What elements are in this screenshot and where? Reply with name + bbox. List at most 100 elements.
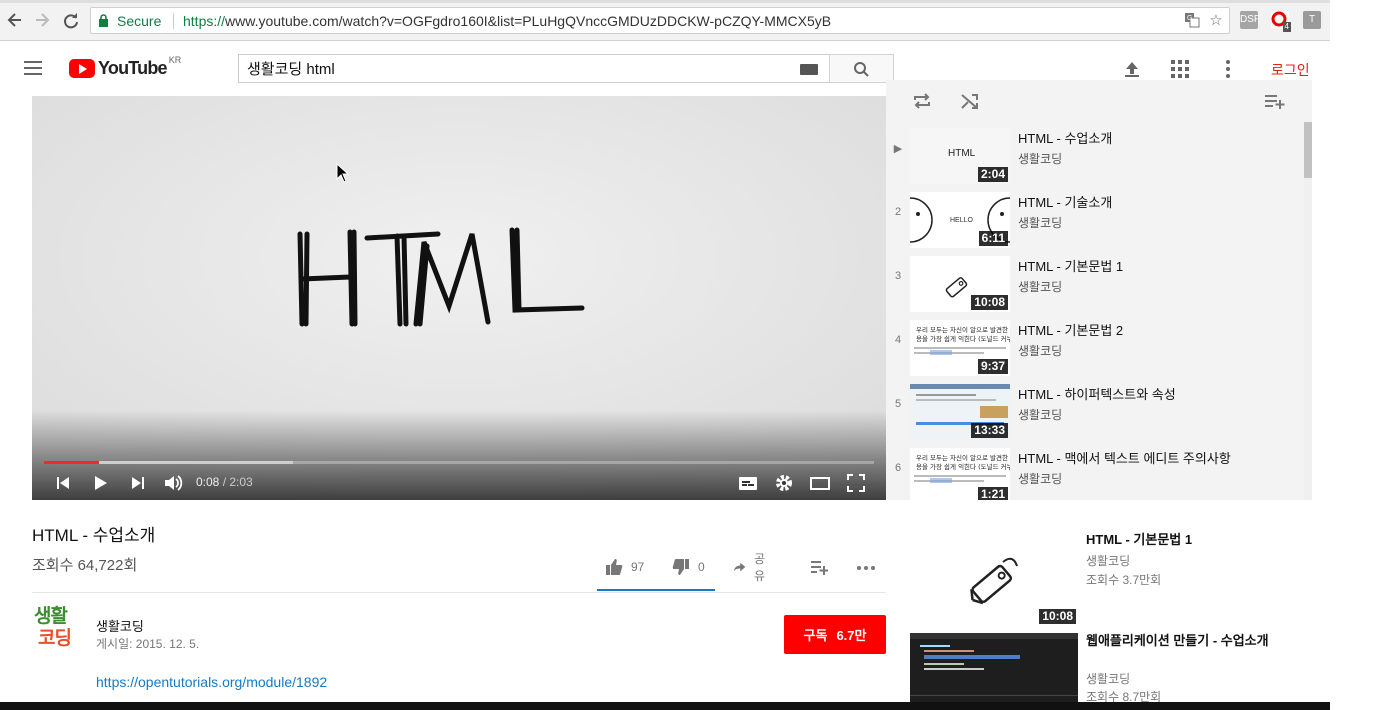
url-text[interactable]: https://www.youtube.com/watch?v=OGFgdro1… <box>183 13 831 29</box>
captions-icon[interactable] <box>737 472 759 494</box>
playlist-item-channel: 생활코딩 <box>1018 152 1063 166</box>
add-to-playlist-icon[interactable] <box>1264 92 1286 115</box>
like-button[interactable]: 97 <box>605 552 644 582</box>
playlist-item-index: ▶ <box>893 143 903 155</box>
forward-arrow-icon[interactable] <box>32 10 52 30</box>
related-title[interactable]: 웹애플리케이션 만들기 - 수업소개 <box>1086 633 1296 649</box>
thumb-html-text: HTML <box>948 148 976 159</box>
lock-icon <box>99 14 108 27</box>
total-time: 2:03 <box>229 475 253 489</box>
ext-dsf-icon[interactable]: DSF <box>1240 11 1260 29</box>
back-arrow-icon[interactable] <box>5 10 25 30</box>
playlist-item-title[interactable]: HTML - 기본문법 2 <box>1018 320 1123 339</box>
add-to-button[interactable] <box>810 552 836 582</box>
search-box <box>238 54 830 83</box>
search-button[interactable] <box>829 54 894 83</box>
related-views: 조회수 3.7만회 <box>1086 573 1162 587</box>
upload-icon[interactable] <box>1122 59 1142 79</box>
translate-icon[interactable]: G <box>1183 12 1201 30</box>
related-video-item[interactable]: 웹애플리케이션 만들기 - 수업소개 생활코딩 조회수 8.7만회 <box>910 633 1310 710</box>
playlist-thumbnail[interactable]: HELLO 6:11 <box>910 192 1010 248</box>
logo-text: YouTube <box>98 57 168 78</box>
address-bar[interactable]: Secure https://www.youtube.com/watch?v=O… <box>90 7 1230 34</box>
channel-avatar[interactable]: 생활 코딩 <box>34 606 78 654</box>
url-path: www.youtube.com/watch?v=OGFgdro160I&list… <box>225 13 832 29</box>
playlist-item-index: 4 <box>894 334 902 346</box>
playlist-item-index: 2 <box>894 206 902 218</box>
playlist-item-channel: 생활코딩 <box>1018 472 1063 486</box>
editor-thumbnail-icon <box>910 633 1078 710</box>
svg-text:G: G <box>1187 15 1192 22</box>
playlist-item[interactable]: ▶ HTML 2:04 HTML - 수업소개생활코딩 <box>886 122 1304 186</box>
related-thumbnail[interactable] <box>910 633 1078 710</box>
more-actions-button[interactable] <box>855 552 877 582</box>
previous-icon[interactable] <box>52 472 74 494</box>
login-button[interactable]: 로그인 <box>1271 60 1310 80</box>
next-icon[interactable] <box>127 472 149 494</box>
keyboard-icon[interactable] <box>800 64 818 75</box>
dislike-button[interactable]: 0 <box>672 552 705 582</box>
share-button[interactable]: 공유 <box>733 552 770 583</box>
channel-name[interactable]: 생활코딩 <box>96 616 144 635</box>
playlist-item-title[interactable]: HTML - 맥에서 텍스트 에디트 주의사항 <box>1018 448 1231 467</box>
playlist-item-index: 3 <box>894 270 902 282</box>
reload-icon[interactable] <box>61 10 81 30</box>
search-input[interactable] <box>247 60 787 77</box>
share-arrow-icon <box>733 562 746 572</box>
playlist-item-title[interactable]: HTML - 기본문법 1 <box>1018 256 1123 275</box>
volume-icon[interactable] <box>162 472 184 494</box>
playlist-thumbnail[interactable]: 10:08 <box>910 256 1010 312</box>
playlist-thumbnail[interactable]: HTML 2:04 <box>910 128 1010 184</box>
mouse-cursor-icon <box>336 162 350 188</box>
thumb-faces-text: HELLO <box>950 217 974 224</box>
related-title[interactable]: HTML - 기본문법 1 <box>1086 532 1296 548</box>
settings-gear-icon[interactable] <box>773 472 795 494</box>
ext-badge-count: 4 <box>1282 22 1291 32</box>
related-thumbnail[interactable]: 10:08 <box>910 532 1078 626</box>
playlist-item-title[interactable]: HTML - 기술소개 <box>1018 192 1112 211</box>
apps-icon[interactable] <box>1170 59 1190 79</box>
playlist-thumbnail[interactable]: 13:33 <box>910 384 1010 440</box>
playlist-item-channel: 생활코딩 <box>1018 280 1063 294</box>
sentiment-bar <box>597 589 715 591</box>
youtube-logo[interactable]: YouTube KR <box>69 55 181 79</box>
playlist-scrollbar[interactable] <box>1304 122 1312 500</box>
time-separator: / <box>219 475 230 489</box>
playlist-duration: 10:08 <box>971 295 1008 310</box>
repeat-icon[interactable] <box>912 92 932 115</box>
thumb-text-line: 용을 가장 쉽게 익힌다 (도널드 커누스) <box>916 334 1010 343</box>
theater-mode-icon[interactable] <box>809 472 831 494</box>
menu-icon[interactable] <box>24 61 42 75</box>
playlist-duration: 9:37 <box>977 359 1008 374</box>
playlist-item[interactable]: 6 우리 모두는 자신이 알으로 발견한 내 용을 가장 쉽게 익힌다 (도널드 커… <box>886 442 1304 500</box>
playlist-thumbnail[interactable]: 우리 모두는 자신이 알으로 발견한 내 용을 가장 쉽게 익힌다 (도널드 커누… <box>910 448 1010 500</box>
star-icon[interactable]: ☆ <box>1207 12 1225 30</box>
fullscreen-icon[interactable] <box>845 472 867 494</box>
subscribe-button[interactable]: 구독 6.7만 <box>784 615 886 654</box>
playlist-item[interactable]: 2 HELLO 6:11 HTML - 기술소개 생활코딩 <box>886 186 1304 250</box>
related-channel: 생활코딩 <box>1086 554 1131 568</box>
playlist-thumbnail[interactable]: 우리 모두는 자신이 알으로 발견한 내 용을 가장 쉽게 익힌다 (도널드 커누… <box>910 320 1010 376</box>
playlist-item[interactable]: 4 우리 모두는 자신이 알으로 발견한 내 용을 가장 쉽게 익힌다 (도널드 커… <box>886 314 1304 378</box>
related-video-item[interactable]: 10:08 HTML - 기본문법 1 생활코딩 조회수 3.7만회 <box>910 532 1310 626</box>
play-icon[interactable] <box>89 472 111 494</box>
more-vert-icon[interactable] <box>1218 59 1238 79</box>
playlist-item[interactable]: 5 13:33 HTML - 하이퍼텍스트와 속성 생활코딩 <box>886 378 1304 442</box>
playlist-item-title[interactable]: HTML - 하이퍼텍스트와 속성 <box>1018 384 1176 403</box>
info-divider <box>32 592 886 593</box>
description-link[interactable]: https://opentutorials.org/module/1892 <box>96 674 327 690</box>
publish-date: 게시일: 2015. 12. 5. <box>96 637 200 651</box>
playlist-actions <box>886 80 1312 122</box>
playlist-item-title[interactable]: HTML - 수업소개 <box>1018 128 1112 147</box>
tab-strip <box>0 0 1330 3</box>
playlist-item-index: 6 <box>894 462 902 474</box>
shuffle-icon[interactable] <box>960 92 980 115</box>
video-player[interactable]: 0:08 / 2:03 <box>32 96 886 500</box>
playlist-item[interactable]: 3 10:08 HTML - 기본문법 1 생활코딩 <box>886 250 1304 314</box>
ext-t-icon[interactable]: T <box>1303 11 1321 29</box>
ext-opera-icon[interactable]: 4 <box>1271 11 1291 32</box>
scrollbar-thumb[interactable] <box>1304 122 1312 178</box>
video-title: HTML - 수업소개 <box>32 526 156 545</box>
progress-bar[interactable] <box>44 461 874 464</box>
like-count: 97 <box>631 560 645 574</box>
